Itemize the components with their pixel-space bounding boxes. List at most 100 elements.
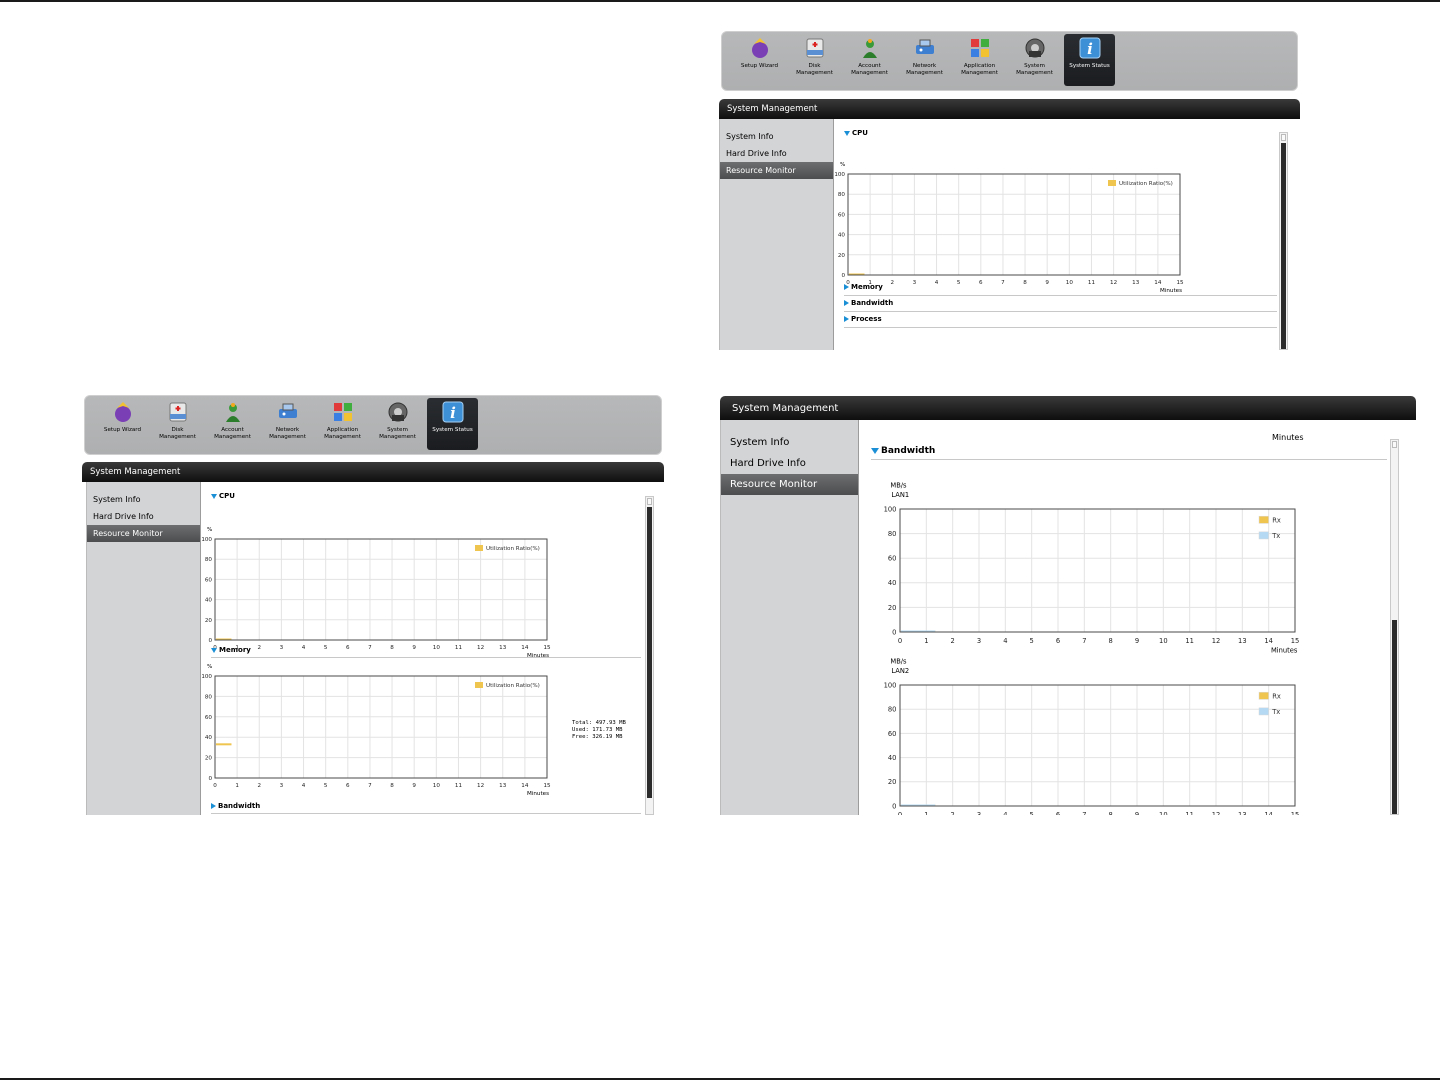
expanded-arrow-icon [211,493,217,499]
sidebar-item-resource-monitor[interactable]: Resource Monitor [720,162,833,179]
x-tick-label: 11 [1185,811,1194,815]
x-tick-label: 9 [1135,811,1139,815]
toolbar-disk-management[interactable]: Disk Management [789,34,840,86]
plot-frame [847,173,1181,276]
chart-subtitle: LAN1 [891,491,909,499]
legend-label: Rx [1272,516,1281,524]
wizard-icon [751,38,768,58]
scroll-up-arrow[interactable] [647,498,652,505]
y-tick-label: 100 [201,537,212,543]
toolbar-application-management[interactable]: Application Management [954,34,1005,86]
toolbar-system-management[interactable]: System Management [1009,34,1060,86]
toolbar-account-management[interactable]: Account Management [207,398,258,450]
y-tick-label: 40 [205,598,213,604]
panel-title: System Management [82,462,664,482]
toolbar-setup-wizard[interactable]: Setup Wizard [734,34,785,86]
scrollbar-thumb[interactable] [647,507,652,798]
toolbar-disk-management[interactable]: Disk Management [152,398,203,450]
chart-svg: %0204060801000 1 2 3 4 5 6 7 8 9 10 11 12 13 14 15Minut… [201,527,551,659]
x-tick-label: 4 [302,783,306,789]
legend-swatch [1258,531,1269,540]
scroll-up-arrow[interactable] [1392,441,1397,448]
screenshot-cpu-memory-view: Setup Wizard Disk Management Account Man… [80,391,666,815]
system-icon [1025,38,1044,58]
x-tick-label: 8 [390,783,394,789]
lan1-bandwidth-chart: MB/s LAN1 0 20 40 60 80 100 0 1 2 3 4 5 6 7 8 9 10 11 12 13 14… [859,464,1335,654]
y-tick-label: 20 [888,778,897,786]
svg-text:i: i [450,404,456,422]
x-tick-label: 15 [1176,280,1184,286]
sidebar-item-system-info[interactable]: System Info [87,491,200,508]
scrollbar-thumb[interactable] [1392,620,1397,814]
vertical-scrollbar[interactable] [1390,439,1399,815]
divider [844,311,1277,312]
sidebar-item-hard-drive-info[interactable]: Hard Drive Info [87,508,200,525]
account-icon [225,403,240,422]
section-cpu[interactable]: CPU [844,129,868,137]
toolbar-system-management[interactable]: System Management [372,398,423,450]
toolbar-setup-wizard[interactable]: Setup Wizard [97,398,148,450]
legend-label: Utilization Ratio(%) [486,546,540,552]
sidebar-item-system-info[interactable]: System Info [720,128,833,145]
section-process[interactable]: Process [844,315,882,323]
memory-total: Total: 497.93 MB [572,720,626,726]
application-icon [970,39,989,57]
legend-label: Tx [1271,532,1280,540]
info-icon: i [442,401,463,423]
legend-label: Utilization Ratio(%) [486,683,540,689]
x-tick-label: 5 [957,280,961,286]
section-bandwidth[interactable]: Bandwidth [844,299,893,307]
y-tick-label: 40 [888,754,897,762]
scrollbar-thumb[interactable] [1281,143,1286,349]
chart-svg: MB/sLAN20204060801000 1 2 3 4 5 6 7 8 9 10 11 12 13 14… [884,657,1300,815]
y-axis-label: MB/s [890,657,907,665]
x-tick-label: 8 [1109,811,1113,815]
toolbar-network-management[interactable]: Network Management [899,34,950,86]
section-memory[interactable]: Memory [844,283,883,291]
memory-chart: % 0 20 40 60 80 100 0 1 2 3 4 5 6 7 8 9 10 11 12 13 14 15 Minut… [201,648,587,800]
toolbar-network-management[interactable]: Network Management [262,398,313,450]
content-area: CPU % 0 20 40 60 80 100 0 1 2 3 4 5 6 7 8 9 10 11 12 13 14 15 M… [201,482,664,815]
screenshot-cpu-view: Setup Wizard Disk Management Account Man… [717,27,1302,350]
expanded-arrow-icon [871,448,879,454]
y-tick-label: 40 [838,233,846,239]
legend-swatch [1258,691,1269,700]
sidebar-item-resource-monitor[interactable]: Resource Monitor [87,525,200,542]
section-bandwidth[interactable]: Bandwidth [211,802,260,810]
toolbar-system-status[interactable]: i System Status [427,398,478,450]
x-tick-label: 7 [1001,280,1005,286]
bottom-page-rule [0,1078,1440,1080]
vertical-scrollbar[interactable] [645,496,654,815]
series-line-utilization-ratio- [216,743,232,746]
sidebar-item-system-info[interactable]: System Info [721,432,858,453]
x-tick-label: 4 [935,280,939,286]
x-tick-label: 7 [1082,811,1086,815]
application-icon [333,403,352,421]
x-tick-label: 11 [455,783,463,789]
section-bandwidth[interactable]: Bandwidth [871,446,935,456]
sidebar-item-hard-drive-info[interactable]: Hard Drive Info [720,145,833,162]
x-tick-label: 5 [1030,811,1034,815]
y-tick-label: 100 [884,505,897,513]
legend-swatch [1108,180,1116,186]
toolbar-account-management[interactable]: Account Management [844,34,895,86]
y-tick-label: 100 [834,172,845,178]
x-tick-label: 0 [898,811,902,815]
sidebar-item-hard-drive-info[interactable]: Hard Drive Info [721,453,858,474]
y-tick-label: 100 [884,681,897,689]
x-tick-label: 15 [543,783,551,789]
scroll-up-arrow[interactable] [1281,134,1286,141]
x-tick-label: 6 [979,280,983,286]
memory-stats: Total: 497.93 MB Used: 171.73 MB Free: 3… [572,720,626,741]
x-tick-label: 7 [368,783,372,789]
x-tick-label: 10 [1066,280,1074,286]
sidebar-item-resource-monitor[interactable]: Resource Monitor [721,474,858,495]
section-cpu[interactable]: CPU [211,492,235,500]
y-tick-label: 0 [892,802,896,810]
toolbar-system-status[interactable]: i System Status [1064,34,1115,86]
vertical-scrollbar[interactable] [1279,132,1288,350]
x-tick-label: 15 [1291,811,1300,815]
x-tick-label: 1 [235,783,239,789]
cpu-chart: % 0 20 40 60 80 100 0 1 2 3 4 5 6 7 8 9 10 11 12 13 14 15 Minut… [201,500,587,662]
toolbar-application-management[interactable]: Application Management [317,398,368,450]
